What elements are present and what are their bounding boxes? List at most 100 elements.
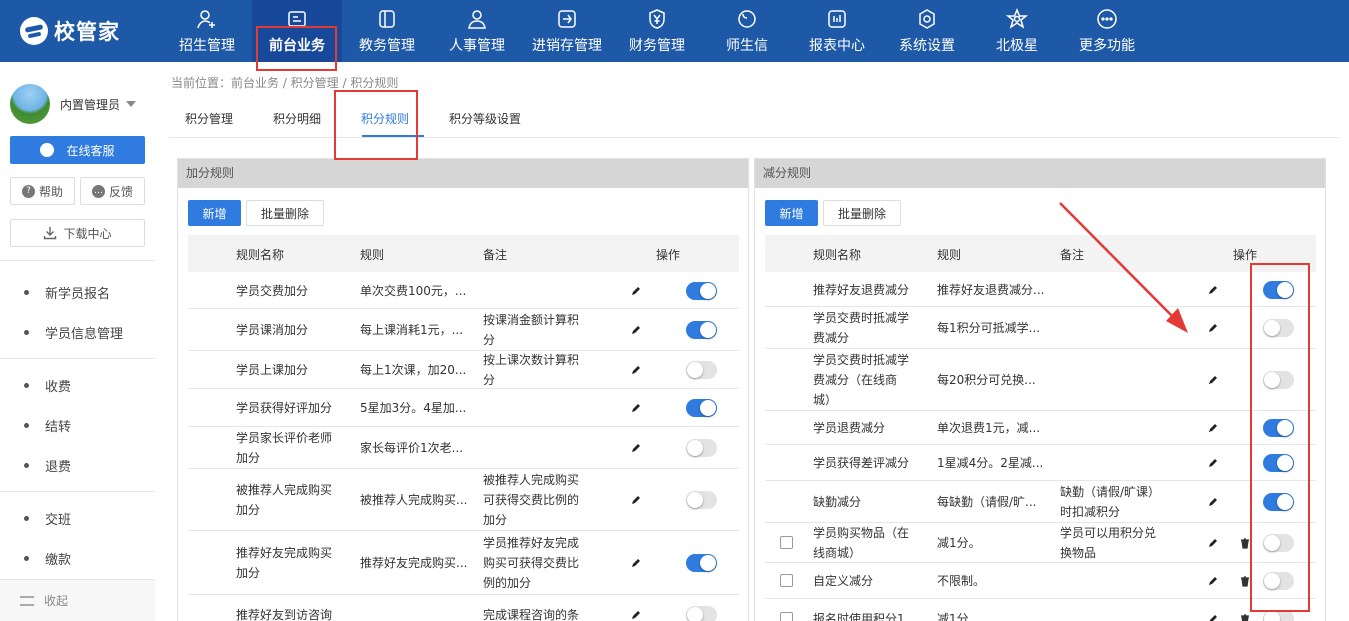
sidebar-item-4[interactable]: 退费 bbox=[0, 445, 155, 485]
toggle-knob bbox=[687, 362, 703, 378]
nav-item-10[interactable]: 更多功能 bbox=[1062, 0, 1152, 62]
row-checkbox[interactable] bbox=[780, 536, 793, 549]
edit-pencil-icon[interactable] bbox=[630, 324, 642, 336]
tab-points-detail[interactable]: 积分明细 bbox=[273, 110, 321, 127]
rule-text: 减1分。 bbox=[937, 536, 981, 550]
nav-item-6[interactable]: 师生信 bbox=[702, 0, 792, 62]
edit-pencil-icon[interactable] bbox=[1207, 575, 1219, 587]
nav-item-8[interactable]: 系统设置 bbox=[882, 0, 972, 62]
rule-name: 被推荐人完成购买 加分 bbox=[236, 480, 351, 520]
nav-item-9[interactable]: 北极星 bbox=[972, 0, 1062, 62]
rule-name-line: 缺勤减分 bbox=[813, 495, 862, 509]
sidebar-item-label: 缴款 bbox=[45, 552, 72, 568]
rule-name: 报名时使用积分1 bbox=[813, 609, 928, 621]
help-icon: ? bbox=[21, 184, 35, 198]
rule-remark: 按课消金额计算积分 bbox=[483, 310, 593, 350]
rule-name-line: 被推荐人完成购买 bbox=[236, 483, 333, 497]
edit-pencil-icon[interactable] bbox=[1207, 537, 1219, 549]
column-header-actions: 操作 bbox=[656, 248, 681, 262]
edit-pencil-icon[interactable] bbox=[630, 442, 642, 454]
highlight-front-desk-nav bbox=[256, 26, 337, 71]
row-checkbox[interactable] bbox=[780, 574, 793, 587]
online-service-label: 在线客服 bbox=[66, 143, 115, 158]
online-service-button[interactable]: 在线客服 bbox=[10, 136, 145, 164]
rule-remark-line: 按课消金额计算积 bbox=[483, 313, 580, 327]
column-header-actions: 操作 bbox=[1233, 248, 1258, 262]
table-row: 学员获得差评减分 1星减4分。2星减... bbox=[765, 445, 1316, 481]
edit-pencil-icon[interactable] bbox=[1207, 374, 1219, 386]
nav-item-label: 人事管理 bbox=[449, 37, 505, 54]
rule-enabled-toggle[interactable] bbox=[686, 554, 717, 572]
edit-pencil-icon[interactable] bbox=[630, 285, 642, 297]
nav-item-5[interactable]: 财务管理 bbox=[612, 0, 702, 62]
subtract-panel-title: 减分规则 bbox=[755, 159, 1325, 188]
delete-trash-icon[interactable] bbox=[1240, 614, 1250, 621]
sidebar-item-label: 学员信息管理 bbox=[45, 326, 124, 342]
rule-enabled-toggle[interactable] bbox=[686, 361, 717, 379]
rule-enabled-toggle[interactable] bbox=[686, 439, 717, 457]
nav-item-0[interactable]: 招生管理 bbox=[162, 0, 252, 62]
edit-pencil-icon[interactable] bbox=[1207, 613, 1219, 621]
edit-pencil-icon[interactable] bbox=[630, 364, 642, 376]
edit-pencil-icon[interactable] bbox=[630, 557, 642, 569]
rule-remark: 被推荐人完成购买 可获得交费比例的 加分 bbox=[483, 470, 593, 530]
download-center-button[interactable]: 下载中心 bbox=[10, 219, 145, 247]
annotation-arrow bbox=[1059, 202, 1188, 333]
sidebar-item-1[interactable]: 学员信息管理 bbox=[0, 312, 155, 352]
edit-pencil-icon[interactable] bbox=[1207, 322, 1219, 334]
rule-text: 每缺勤（请假/旷... bbox=[937, 495, 1037, 509]
edit-pencil-icon[interactable] bbox=[630, 402, 642, 414]
nav-item-3[interactable]: 人事管理 bbox=[432, 0, 522, 62]
rule-name-line: 学员家长评价老师 bbox=[236, 431, 333, 445]
table-row: 报名时使用积分1 减1分 bbox=[765, 599, 1316, 621]
feedback-button[interactable]: … 反馈 bbox=[80, 177, 145, 205]
sidebar-item-5[interactable]: 交班 bbox=[0, 498, 155, 538]
help-button[interactable]: ? 帮助 bbox=[10, 177, 75, 205]
sidebar-item-6[interactable]: 缴款 bbox=[0, 538, 155, 578]
rule-enabled-toggle[interactable] bbox=[686, 321, 717, 339]
feedback-label: 反馈 bbox=[108, 184, 133, 199]
edit-pencil-icon[interactable] bbox=[1207, 284, 1219, 296]
table-row: 学员上课加分 每上1次课，加20... 按上课次数计算积分 bbox=[188, 351, 739, 389]
bullet-icon bbox=[24, 329, 29, 335]
logo-icon bbox=[20, 17, 48, 45]
rule-name: 学员获得好评加分 bbox=[236, 398, 351, 418]
edit-pencil-icon[interactable] bbox=[1207, 496, 1219, 508]
table-row: 学员交费时抵减学 费减分（在线商 城） 每20积分可兑换... bbox=[765, 349, 1316, 411]
top-navigation-bar: 校管家 招生管理 前台业务 教务管理 人事管理 进销存管理 财务管理 师生信 报表中心 系统设置… bbox=[0, 0, 1349, 62]
sidebar-item-0[interactable]: 新学员报名 bbox=[0, 272, 155, 312]
rule-remark-line: 换物品 bbox=[1060, 546, 1097, 560]
nav-item-2[interactable]: 教务管理 bbox=[342, 0, 432, 62]
add-rule-bulk-delete-button[interactable]: 批量删除 bbox=[246, 200, 324, 226]
edit-pencil-icon[interactable] bbox=[1207, 457, 1219, 469]
delete-trash-icon[interactable] bbox=[1240, 576, 1250, 587]
brand-logo[interactable]: 校管家 bbox=[20, 16, 120, 46]
collapse-sidebar-button[interactable]: 收起 bbox=[0, 579, 155, 621]
nav-item-label: 进销存管理 bbox=[532, 37, 602, 54]
sidebar-item-label: 交班 bbox=[45, 512, 72, 528]
sidebar-item-2[interactable]: 收费 bbox=[0, 365, 155, 405]
tab-points-management[interactable]: 积分管理 bbox=[185, 110, 233, 127]
edit-pencil-icon[interactable] bbox=[1207, 422, 1219, 434]
nav-item-7[interactable]: 报表中心 bbox=[792, 0, 882, 62]
edit-pencil-icon[interactable] bbox=[630, 494, 642, 506]
rule-enabled-toggle[interactable] bbox=[686, 491, 717, 509]
add-rule-new-button[interactable]: 新增 bbox=[188, 200, 241, 226]
nav-item-4[interactable]: 进销存管理 bbox=[522, 0, 612, 62]
edit-pencil-icon[interactable] bbox=[630, 609, 642, 621]
row-checkbox[interactable] bbox=[780, 612, 793, 621]
user-menu[interactable]: 内置管理员 bbox=[10, 84, 145, 124]
tab-points-level-settings[interactable]: 积分等级设置 bbox=[449, 110, 521, 127]
rule-enabled-toggle[interactable] bbox=[686, 281, 717, 300]
rule-remark: 按上课次数计算积分 bbox=[483, 350, 593, 390]
sidebar-item-3[interactable]: 结转 bbox=[0, 405, 155, 445]
rule-enabled-toggle[interactable] bbox=[686, 399, 717, 417]
rule-enabled-toggle[interactable] bbox=[686, 606, 717, 621]
rule-name-line: 城） bbox=[813, 393, 838, 407]
delete-trash-icon[interactable] bbox=[1240, 538, 1250, 549]
bullet-icon bbox=[24, 382, 29, 388]
sub-rule-bulk-delete-button[interactable]: 批量删除 bbox=[823, 200, 901, 226]
yen-shield-icon bbox=[646, 8, 668, 30]
sub-rule-new-button[interactable]: 新增 bbox=[765, 200, 818, 226]
toggle-knob bbox=[687, 440, 703, 456]
